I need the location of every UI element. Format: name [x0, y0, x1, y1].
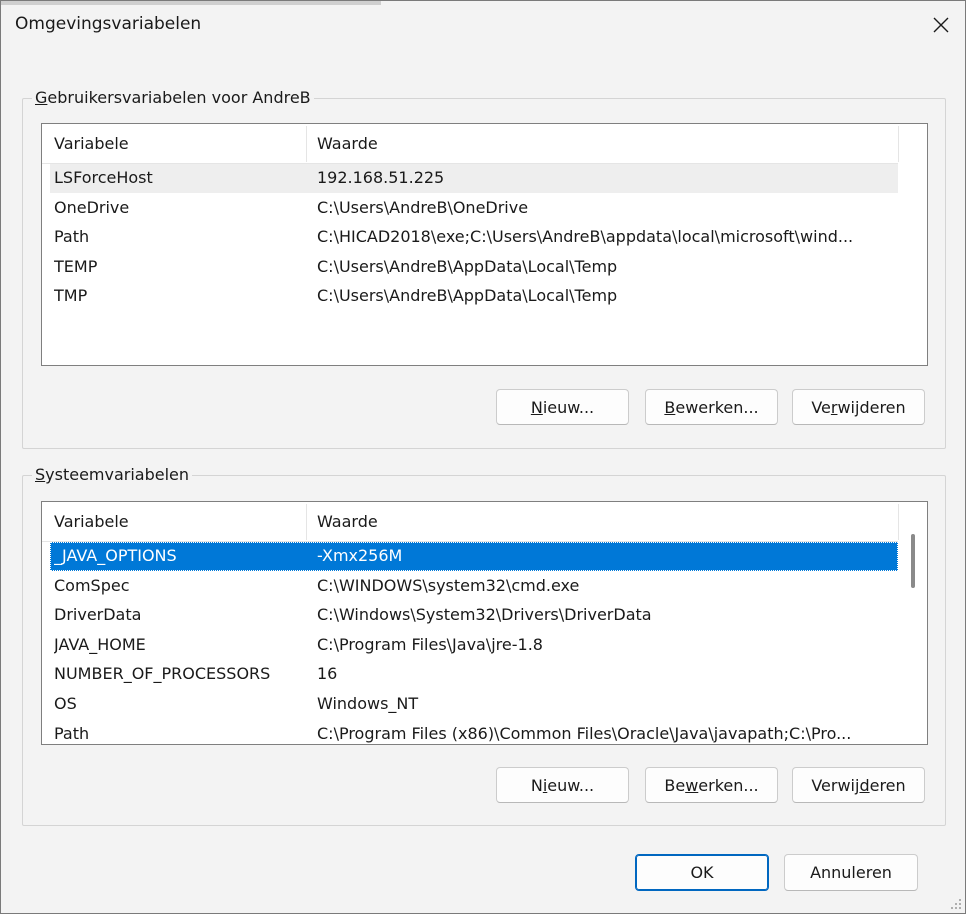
close-icon: [933, 17, 949, 33]
user-group-label-accel: G: [35, 88, 48, 107]
variable-value: C:\Program Files\Java\jre-1.8: [317, 635, 543, 654]
close-button[interactable]: [921, 7, 961, 43]
user-delete-button[interactable]: Verwijderen: [792, 389, 925, 425]
ok-button[interactable]: OK: [635, 854, 769, 891]
variable-name: ComSpec: [54, 576, 130, 595]
system-delete-button-label: Verwijderen: [811, 775, 906, 795]
table-row[interactable]: OS Windows_NT: [50, 690, 898, 719]
variable-name: JAVA_HOME: [54, 635, 146, 654]
variable-value: -Xmx256M: [317, 546, 403, 565]
variable-value: C:\Users\AndreB\OneDrive: [317, 198, 529, 217]
variable-name: TEMP: [54, 257, 98, 276]
column-separator[interactable]: [898, 126, 899, 162]
column-separator[interactable]: [306, 504, 307, 540]
user-list-header: Variabele Waarde: [42, 124, 927, 164]
variable-name: TMP: [54, 286, 88, 305]
system-variables-list[interactable]: Variabele Waarde _JAVA_OPTIONS -Xmx256M …: [41, 501, 928, 745]
system-new-button[interactable]: Nieuw...: [496, 767, 629, 803]
table-row[interactable]: ComSpec C:\WINDOWS\system32\cmd.exe: [50, 572, 898, 601]
variable-value: 16: [317, 664, 338, 683]
variable-value: Windows_NT: [317, 694, 419, 713]
system-delete-button[interactable]: Verwijderen: [792, 767, 925, 803]
system-group-label-accel: S: [35, 465, 46, 484]
user-new-button-label: Nieuw...: [530, 397, 595, 417]
user-variables-group-label: Gebruikersvariabelen voor AndreB: [32, 88, 314, 107]
column-header-variable[interactable]: Variabele: [54, 512, 129, 531]
background-window-strip: [1, 1, 381, 5]
table-row[interactable]: Path C:\Program Files (x86)\Common Files…: [50, 720, 898, 744]
system-list-header: Variabele Waarde: [42, 502, 927, 542]
variable-name: OS: [54, 694, 77, 713]
variable-name: NUMBER_OF_PROCESSORS: [54, 664, 271, 683]
variable-name: LSForceHost: [54, 168, 153, 187]
variable-value: C:\Users\AndreB\AppData\Local\Temp: [317, 286, 618, 305]
variable-name: Path: [54, 724, 90, 743]
cancel-button-label: Annuleren: [810, 863, 892, 882]
variable-value: C:\HICAD2018\exe;C:\Users\AndreB\appdata…: [317, 227, 854, 246]
user-edit-button-label: Bewerken...: [664, 397, 759, 417]
column-header-variable[interactable]: Variabele: [54, 134, 129, 153]
variable-name: OneDrive: [54, 198, 130, 217]
user-new-button[interactable]: Nieuw...: [496, 389, 629, 425]
table-row[interactable]: OneDrive C:\Users\AndreB\OneDrive: [50, 194, 898, 223]
variable-value: C:\WINDOWS\system32\cmd.exe: [317, 576, 580, 595]
table-row-selected[interactable]: _JAVA_OPTIONS -Xmx256M: [50, 542, 898, 571]
user-delete-button-label: Verwijderen: [811, 397, 906, 417]
column-header-value[interactable]: Waarde: [317, 512, 378, 531]
variable-name: DriverData: [54, 605, 142, 624]
column-separator[interactable]: [898, 504, 899, 540]
table-row[interactable]: DriverData C:\Windows\System32\Drivers\D…: [50, 601, 898, 630]
table-row[interactable]: TEMP C:\Users\AndreB\AppData\Local\Temp: [50, 253, 898, 282]
column-separator[interactable]: [306, 126, 307, 162]
variable-value: C:\Users\AndreB\AppData\Local\Temp: [317, 257, 618, 276]
system-new-button-label: Nieuw...: [530, 775, 595, 795]
variable-value: C:\Program Files (x86)\Common Files\Orac…: [317, 724, 852, 743]
system-variables-group-label: Systeemvariabelen: [32, 465, 193, 484]
variable-value: 192.168.51.225: [317, 168, 445, 187]
table-row[interactable]: LSForceHost 192.168.51.225: [50, 164, 898, 193]
ok-button-label: OK: [690, 863, 714, 882]
user-variables-list[interactable]: Variabele Waarde LSForceHost 192.168.51.…: [41, 123, 928, 366]
user-edit-button[interactable]: Bewerken...: [645, 389, 778, 425]
user-group-label-text: ebruikersvariabelen voor AndreB: [47, 88, 311, 107]
table-row[interactable]: TMP C:\Users\AndreB\AppData\Local\Temp: [50, 282, 898, 311]
scrollbar-thumb[interactable]: [911, 534, 915, 588]
table-row[interactable]: Path C:\HICAD2018\exe;C:\Users\AndreB\ap…: [50, 223, 898, 252]
vertical-scrollbar[interactable]: [906, 502, 920, 744]
variable-name: Path: [54, 227, 90, 246]
variable-value: C:\Windows\System32\Drivers\DriverData: [317, 605, 652, 624]
system-edit-button[interactable]: Bewerken...: [645, 767, 778, 803]
system-group-label-text: ysteemvariabelen: [45, 465, 190, 484]
column-header-value[interactable]: Waarde: [317, 134, 378, 153]
table-row[interactable]: JAVA_HOME C:\Program Files\Java\jre-1.8: [50, 631, 898, 660]
system-edit-button-label: Bewerken...: [664, 775, 759, 795]
dialog-title: Omgevingsvariabelen: [15, 14, 202, 34]
variable-name: _JAVA_OPTIONS: [54, 546, 177, 565]
resize-grip-icon[interactable]: [949, 897, 963, 911]
cancel-button[interactable]: Annuleren: [784, 854, 918, 891]
table-row[interactable]: NUMBER_OF_PROCESSORS 16: [50, 660, 898, 689]
environment-variables-dialog: Omgevingsvariabelen Gebruikersvariabelen…: [0, 0, 966, 914]
